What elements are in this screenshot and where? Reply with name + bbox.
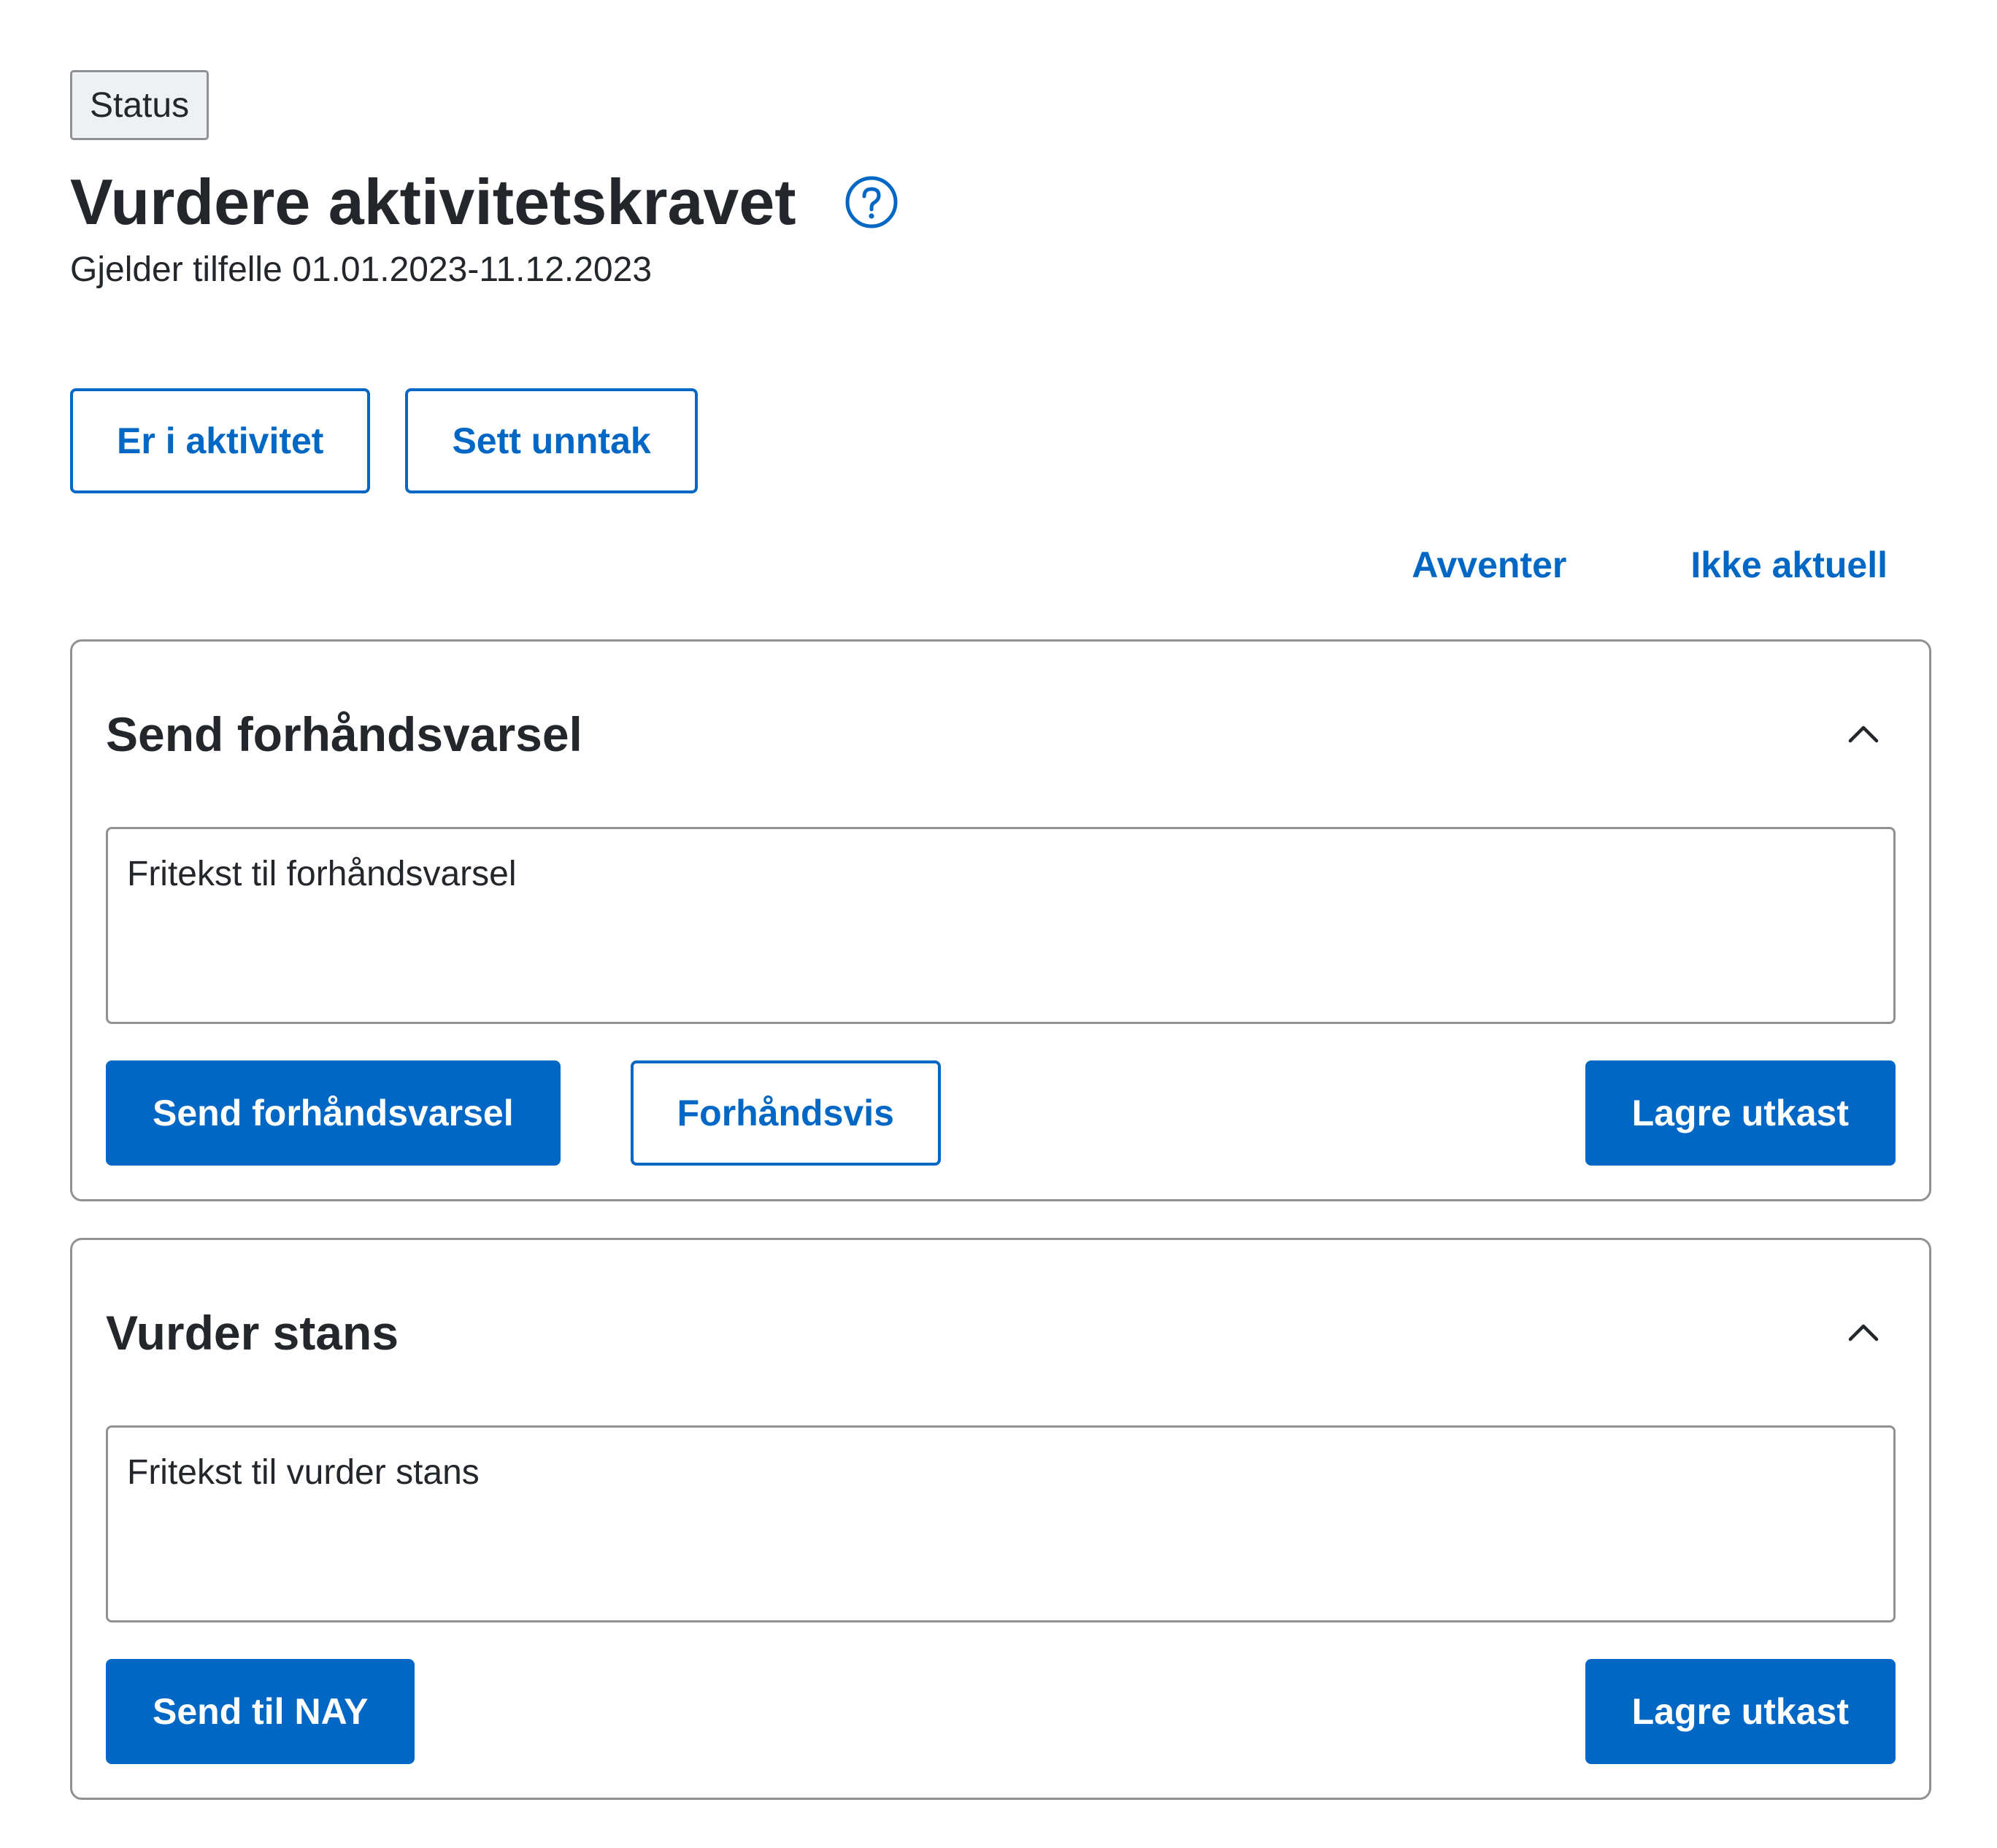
forhandsvarsel-buttons: Send forhåndsvarsel Forhåndsvis Lagre ut… — [106, 1060, 1896, 1166]
case-period: Gjelder tilfelle 01.01.2023-11.12.2023 — [70, 250, 653, 289]
send-forhandsvarsel-button[interactable]: Send forhåndsvarsel — [106, 1060, 561, 1166]
page: Status Vurdere aktivitetskravet Gjelder … — [70, 70, 1931, 1800]
vurder-stans-panel-header[interactable]: Vurder stans — [106, 1240, 1896, 1425]
status-tag: Status — [70, 70, 209, 140]
avventer-link[interactable]: Avventer — [1412, 544, 1566, 586]
forhandsvarsel-panel-header[interactable]: Send forhåndsvarsel — [106, 642, 1896, 827]
er-i-aktivitet-button[interactable]: Er i aktivitet — [70, 388, 371, 493]
vurder-stans-buttons: Send til NAY Lagre utkast — [106, 1659, 1896, 1764]
chevron-up-icon[interactable] — [1843, 714, 1884, 755]
sett-unntak-button[interactable]: Sett unntak — [405, 388, 698, 493]
forhandsvarsel-textarea[interactable] — [106, 827, 1896, 1024]
lagre-utkast-forhandsvarsel-button[interactable]: Lagre utkast — [1585, 1060, 1896, 1166]
vurder-stans-panel: Vurder stans Send til NAY Lagre utkast — [70, 1238, 1931, 1800]
vurder-stans-panel-title: Vurder stans — [106, 1306, 399, 1360]
question-circle-icon[interactable] — [844, 175, 899, 229]
title-row: Vurdere aktivitetskravet — [70, 162, 1931, 242]
chevron-up-icon[interactable] — [1843, 1312, 1884, 1353]
ikke-aktuell-link[interactable]: Ikke aktuell — [1690, 544, 1888, 586]
lagre-utkast-vurder-stans-button[interactable]: Lagre utkast — [1585, 1659, 1896, 1764]
chevron-up-icon-svg — [1848, 1324, 1879, 1341]
action-row: Er i aktivitet Sett unntak — [70, 388, 1931, 493]
page-title: Vurdere aktivitetskravet — [70, 166, 796, 238]
secondary-actions: Avventer Ikke aktuell — [70, 536, 1931, 594]
forhandsvis-button[interactable]: Forhåndsvis — [630, 1060, 941, 1166]
question-circle-icon-svg — [845, 176, 898, 228]
vurder-stans-textarea[interactable] — [106, 1425, 1896, 1622]
send-til-nay-button[interactable]: Send til NAY — [106, 1659, 415, 1764]
forhandsvarsel-panel: Send forhåndsvarsel Send forhåndsvarsel … — [70, 639, 1931, 1201]
chevron-up-icon-svg — [1848, 725, 1879, 743]
forhandsvarsel-panel-title: Send forhåndsvarsel — [106, 707, 582, 761]
